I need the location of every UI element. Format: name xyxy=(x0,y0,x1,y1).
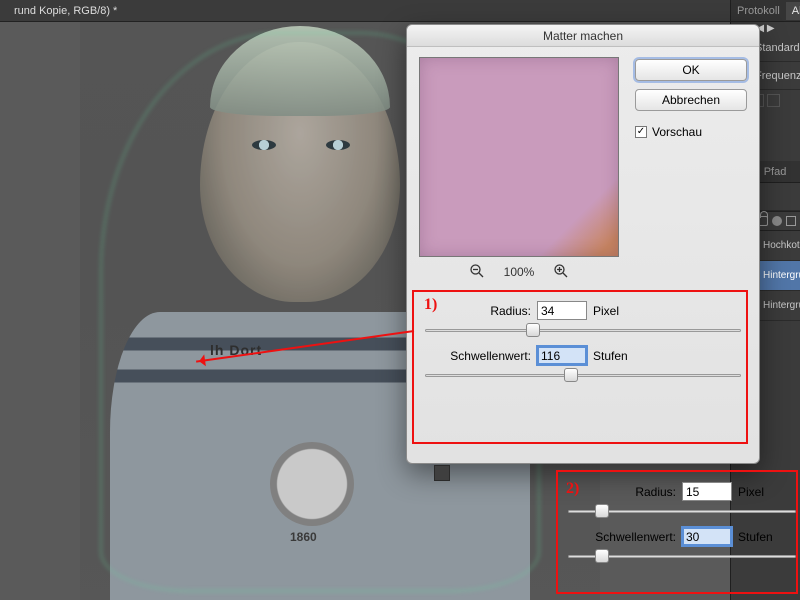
threshold-label-2: Schwellenwert: xyxy=(568,530,676,544)
slider-track xyxy=(425,374,741,377)
cancel-button[interactable]: Abbrechen xyxy=(635,89,747,111)
annotation-label-1: 1) xyxy=(424,296,437,314)
dialog-preview[interactable] xyxy=(419,57,619,257)
layer-name: Hintergrun xyxy=(763,300,800,311)
dialog-title: Matter machen xyxy=(407,25,759,47)
pixel-lock-icon[interactable] xyxy=(772,216,782,226)
slider-thumb[interactable] xyxy=(526,323,540,337)
group-label: Standard xyxy=(755,42,800,54)
threshold-slider[interactable] xyxy=(425,367,741,383)
slider-track xyxy=(425,329,741,332)
threshold-label: Schwellenwert: xyxy=(419,349,531,363)
jersey-crest xyxy=(270,442,354,526)
radius-input-2[interactable] xyxy=(682,482,732,501)
tab-pfade[interactable]: Pfad xyxy=(758,163,793,181)
group-label: Frequenz xyxy=(755,70,800,82)
zoom-percent: 100% xyxy=(504,265,535,279)
matter-machen-dialog: Matter machen 100% OK Abbrechen ✓ Vorsch… xyxy=(406,24,760,464)
document-tabbar: rund Kopie, RGB/8) * xyxy=(0,0,800,22)
radius-label-2: Radius: xyxy=(568,485,676,499)
threshold-input-2[interactable] xyxy=(682,527,732,546)
threshold-slider-2[interactable] xyxy=(568,548,796,564)
tab-aktionen[interactable]: Aktionen xyxy=(786,2,800,20)
figure-eye-left xyxy=(252,140,276,150)
threshold-input[interactable] xyxy=(537,346,587,365)
radius-unit-2: Pixel xyxy=(738,485,784,499)
layer-name: Hintergrun xyxy=(763,270,800,281)
layer-name: Hochkotras xyxy=(763,240,800,251)
document-tab[interactable]: rund Kopie, RGB/8) * xyxy=(6,3,125,19)
figure-hair xyxy=(210,26,390,116)
radius-slider-2[interactable] xyxy=(568,503,796,519)
annotation-label-2: 2) xyxy=(566,480,579,498)
panel-tabs-top: Protokoll Aktionen xyxy=(731,0,800,22)
play-icon[interactable] xyxy=(767,94,780,107)
color-swatch[interactable] xyxy=(434,465,450,481)
slider-thumb[interactable] xyxy=(595,549,609,563)
radius-slider[interactable] xyxy=(425,322,741,338)
checkbox-icon[interactable]: ✓ xyxy=(635,126,647,138)
threshold-unit-2: Stufen xyxy=(738,530,784,544)
threshold-unit: Stufen xyxy=(593,349,639,363)
preview-checkbox-row[interactable]: ✓ Vorschau xyxy=(635,125,747,139)
position-lock-icon[interactable] xyxy=(786,216,796,226)
crest-year: 1860 xyxy=(290,530,317,544)
preview-checkbox-label: Vorschau xyxy=(652,125,702,139)
zoom-in-icon[interactable] xyxy=(552,263,570,281)
extra-controls: Radius: Pixel Schwellenwert: Stufen xyxy=(568,474,796,588)
radius-input[interactable] xyxy=(537,301,587,320)
tab-protokoll[interactable]: Protokoll xyxy=(731,2,786,20)
ok-button[interactable]: OK xyxy=(635,59,747,81)
radius-unit: Pixel xyxy=(593,304,639,318)
zoom-out-icon[interactable] xyxy=(468,263,486,281)
slider-thumb[interactable] xyxy=(595,504,609,518)
slider-thumb[interactable] xyxy=(564,368,578,382)
figure-eye-right xyxy=(326,140,350,150)
